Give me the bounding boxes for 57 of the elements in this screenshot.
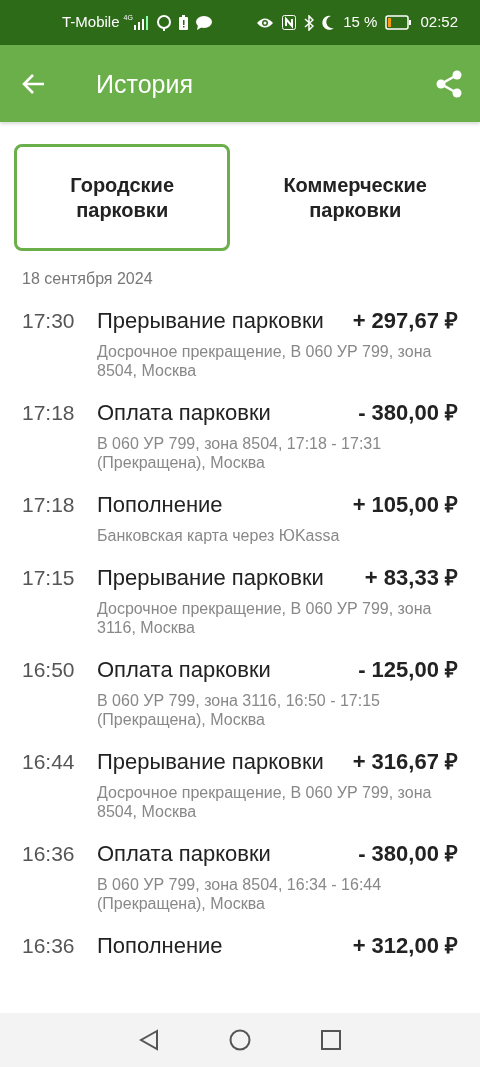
transaction-details: Досрочное прекращение, В 060 УР 799, зона 3116, Москва bbox=[97, 599, 433, 637]
parking-tab[interactable]: Городские парковки bbox=[14, 144, 231, 251]
transaction-title: Пополнение bbox=[97, 932, 223, 960]
transaction-title: Пополнение bbox=[97, 491, 223, 519]
parking-tab[interactable]: Коммерческие парковки bbox=[244, 144, 466, 251]
signal-icon bbox=[132, 15, 149, 30]
transaction-amount: + 316,67 ₽ bbox=[352, 748, 458, 776]
transaction-time: 17:30 bbox=[22, 308, 76, 334]
location-icon bbox=[156, 14, 171, 31]
transaction-title: Прерывание парковки bbox=[97, 748, 324, 776]
square-recents-icon bbox=[321, 1030, 341, 1050]
transaction-time: 16:50 bbox=[22, 657, 76, 683]
transaction-title: Оплата парковки bbox=[97, 399, 271, 427]
transaction-amount: + 83,33 ₽ bbox=[364, 564, 458, 592]
transaction-time: 16:44 bbox=[22, 749, 76, 775]
battery-icon bbox=[385, 15, 413, 30]
back-arrow-icon bbox=[22, 73, 46, 94]
clock-text: 02:52 bbox=[420, 12, 458, 33]
moon-icon bbox=[322, 15, 336, 30]
back-button[interactable] bbox=[22, 73, 46, 94]
transaction-time: 17:18 bbox=[22, 492, 76, 518]
transaction-details: В 060 УР 799, зона 8504, 16:34 - 16:44 (Прекращена), Москва bbox=[97, 875, 383, 913]
transaction-title: Оплата парковки bbox=[97, 840, 271, 868]
circle-home-icon bbox=[229, 1029, 251, 1051]
transaction-time: 16:36 bbox=[22, 841, 76, 867]
battery-percent-text: 15 % bbox=[343, 12, 378, 33]
transaction-amount: + 312,00 ₽ bbox=[352, 932, 458, 960]
triangle-back-icon bbox=[139, 1029, 159, 1051]
carrier-text: T-Mobile bbox=[62, 12, 120, 33]
bluetooth-icon bbox=[304, 14, 315, 31]
transaction-title: Прерывание парковки bbox=[97, 564, 324, 592]
transaction-amount: - 125,00 ₽ bbox=[358, 656, 458, 684]
transaction-time: 17:15 bbox=[22, 565, 76, 591]
nav-recents-button[interactable] bbox=[321, 1030, 341, 1050]
nfc-icon bbox=[282, 15, 297, 30]
share-button[interactable] bbox=[436, 69, 462, 98]
transaction-title: Прерывание парковки bbox=[97, 307, 324, 335]
transaction-amount: - 380,00 ₽ bbox=[358, 399, 458, 427]
transaction-details: Досрочное прекращение, В 060 УР 799, зона 8504, Москва bbox=[97, 783, 433, 821]
transaction-amount: + 105,00 ₽ bbox=[352, 491, 458, 519]
transaction-amount: - 380,00 ₽ bbox=[358, 840, 458, 868]
transaction-details: Досрочное прекращение, В 060 УР 799, зона 8504, Москва bbox=[97, 342, 433, 380]
battery-alert-icon bbox=[178, 15, 188, 30]
transaction-details: Банковская карта через ЮKassa bbox=[97, 526, 341, 545]
nav-back-button[interactable] bbox=[139, 1029, 159, 1051]
transaction-time: 16:36 bbox=[22, 933, 76, 959]
transaction-title: Оплата парковки bbox=[97, 656, 271, 684]
transaction-amount: + 297,67 ₽ bbox=[352, 307, 458, 335]
transaction-details: В 060 УР 799, зона 3116, 16:50 - 17:15 (Прекращена), Москва bbox=[97, 691, 381, 729]
share-icon bbox=[436, 69, 462, 98]
date-heading: 18 сентября 2024 bbox=[21, 269, 154, 289]
page-title: История bbox=[96, 68, 193, 99]
transaction-time: 17:18 bbox=[22, 400, 76, 426]
chat-bubble-icon bbox=[195, 15, 212, 30]
transaction-details: В 060 УР 799, зона 8504, 17:18 - 17:31 (Прекращена), Москва bbox=[97, 434, 383, 472]
nav-home-button[interactable] bbox=[229, 1029, 251, 1051]
eye-icon bbox=[256, 16, 275, 29]
